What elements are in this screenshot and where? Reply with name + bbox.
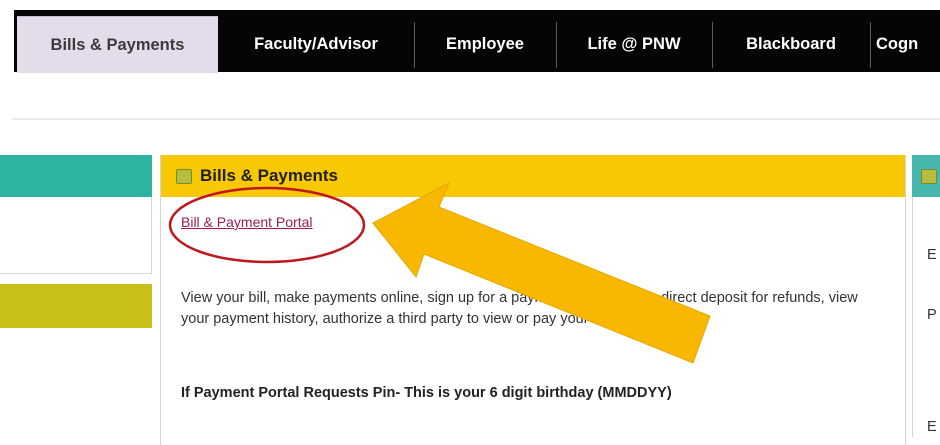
annotation-overlay [168, 181, 711, 364]
red-circle-highlight-icon [168, 186, 366, 264]
yellow-arrow-icon [372, 181, 711, 364]
